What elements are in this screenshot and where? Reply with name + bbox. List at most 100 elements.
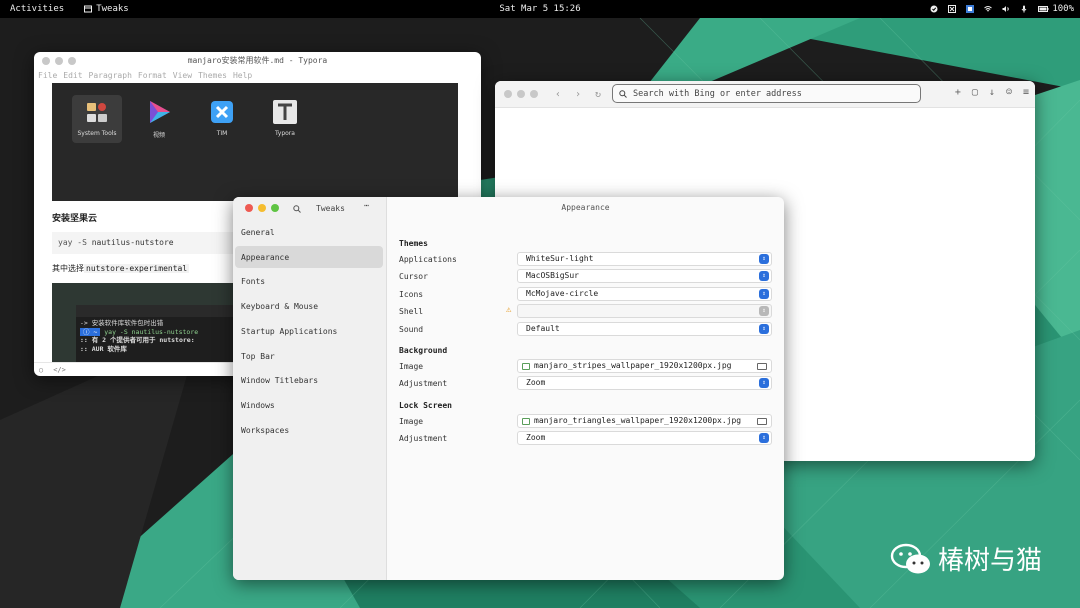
background-adjustment-label: Adjustment xyxy=(399,379,448,388)
menu-edit[interactable]: Edit xyxy=(63,71,82,80)
sidebar-item-workspaces[interactable]: Workspaces xyxy=(235,419,383,441)
app-label: 视频 xyxy=(152,132,165,139)
menu-format[interactable]: Format xyxy=(138,71,167,80)
code-command: yay -S xyxy=(58,238,87,247)
para-text: 其中选择 xyxy=(52,264,84,273)
close-button[interactable] xyxy=(42,56,50,65)
source-mode-icon[interactable]: </> xyxy=(53,366,66,374)
app-label: System Tools xyxy=(77,130,117,137)
cursor-theme-select[interactable]: MacOSBigSur ⇕ xyxy=(517,269,772,283)
activities-button[interactable]: Activities xyxy=(10,4,64,14)
tweaks-main-panel: Appearance Themes Applications WhiteSur-… xyxy=(387,197,784,580)
dropdown-arrow-icon: ⇕ xyxy=(759,289,769,299)
background-adjustment-select[interactable]: Zoom ⇕ xyxy=(517,376,772,390)
icons-label: Icons xyxy=(399,290,424,299)
screenshot-icon[interactable] xyxy=(948,5,957,13)
download-icon[interactable]: ↓ xyxy=(989,87,995,98)
battery-icon xyxy=(1038,6,1049,12)
app-label: TIM xyxy=(216,130,228,137)
minimize-button[interactable] xyxy=(517,90,525,98)
lock-adjustment-select[interactable]: Zoom ⇕ xyxy=(517,431,772,445)
doc-heading: 安装坚果云 xyxy=(52,214,98,224)
sidebar-item-window-titlebars[interactable]: Window Titlebars xyxy=(235,369,383,391)
background-image-label: Image xyxy=(399,362,424,371)
volume-icon[interactable] xyxy=(1002,5,1010,13)
back-icon[interactable]: ‹ xyxy=(548,89,568,100)
dropdown-arrow-icon: ⇕ xyxy=(759,254,769,264)
menu-icon[interactable]: ≡ xyxy=(1023,87,1029,98)
account-icon[interactable]: ☺ xyxy=(1006,87,1012,98)
file-name: manjaro_triangles_wallpaper_1920x1200px.… xyxy=(534,416,742,425)
wifi-icon[interactable] xyxy=(984,5,993,13)
icons-theme-select[interactable]: McMojave-circle ⇕ xyxy=(517,287,772,301)
video-icon xyxy=(150,101,170,123)
sidebar-item-fonts[interactable]: Fonts xyxy=(235,270,383,292)
lock-image-chooser[interactable]: manjaro_triangles_wallpaper_1920x1200px.… xyxy=(517,414,772,428)
maximize-button[interactable] xyxy=(271,204,279,212)
select-value: MacOSBigSur xyxy=(526,271,579,280)
app-name: Tweaks xyxy=(96,4,129,14)
image-file-icon xyxy=(522,418,530,425)
pocket-icon[interactable]: ▢ xyxy=(972,87,978,98)
watermark: 椿树与猫 xyxy=(890,540,1042,577)
select-value: Zoom xyxy=(526,433,546,442)
forward-icon[interactable]: › xyxy=(568,89,588,100)
maximize-button[interactable] xyxy=(530,90,538,98)
maximize-button[interactable] xyxy=(68,56,76,65)
more-options-icon[interactable]: ⋯ xyxy=(364,201,369,210)
dropdown-arrow-icon: ⇕ xyxy=(759,378,769,388)
reload-icon[interactable]: ↻ xyxy=(588,89,608,100)
select-value: WhiteSur-light xyxy=(526,254,594,263)
sidebar-item-startup-applications[interactable]: Startup Applications xyxy=(235,320,383,342)
menu-help[interactable]: Help xyxy=(233,71,252,80)
menu-file[interactable]: File xyxy=(38,71,57,80)
clock[interactable]: Sat Mar 5 15:26 xyxy=(499,4,580,14)
screenshot-app-grid: System Tools 视频 TIM Typora xyxy=(52,83,458,201)
close-button[interactable] xyxy=(504,90,512,98)
sidebar-item-top-bar[interactable]: Top Bar xyxy=(235,345,383,367)
sound-theme-select[interactable]: Default ⇕ xyxy=(517,322,772,336)
new-tab-icon[interactable]: + xyxy=(955,87,961,98)
window-controls xyxy=(504,90,538,98)
dropdown-arrow-icon: ⇕ xyxy=(759,324,769,334)
typora-titlebar[interactable]: manjaro安装常用软件.md - Typora xyxy=(34,52,481,69)
microphone-icon[interactable] xyxy=(1020,5,1028,13)
minimize-button[interactable] xyxy=(258,204,266,212)
folder-icon xyxy=(757,363,767,370)
app-indicator-icon[interactable] xyxy=(966,5,975,13)
sidebar-header: Tweaks ⋯ xyxy=(233,197,386,219)
tweaks-app-icon xyxy=(84,5,93,13)
lock-adjustment-label: Adjustment xyxy=(399,434,448,443)
inline-code: nutstore-experimental xyxy=(84,264,190,273)
window-controls xyxy=(245,204,279,212)
outline-toggle-icon[interactable]: ○ xyxy=(39,366,43,374)
sidebar-item-appearance[interactable]: Appearance xyxy=(235,246,383,268)
app-typora: Typora xyxy=(260,95,310,143)
sidebar-item-windows[interactable]: Windows xyxy=(235,394,383,416)
app-video: 视频 xyxy=(134,95,184,143)
sidebar-item-keyboard-mouse[interactable]: Keyboard & Mouse xyxy=(235,295,383,317)
close-button[interactable] xyxy=(245,204,253,212)
menu-paragraph[interactable]: Paragraph xyxy=(89,71,132,80)
applications-theme-select[interactable]: WhiteSur-light ⇕ xyxy=(517,252,772,266)
menu-themes[interactable]: Themes xyxy=(198,71,227,80)
warning-icon: ⚠ xyxy=(506,305,512,315)
folder-icon xyxy=(757,418,767,425)
search-icon[interactable] xyxy=(293,205,301,213)
doc-paragraph: 其中选择 nutstore-experimental xyxy=(52,263,190,274)
minimize-button[interactable] xyxy=(55,56,63,65)
menu-view[interactable]: View xyxy=(173,71,192,80)
tweaks-sidebar: Tweaks ⋯ General Appearance Fonts Keyboa… xyxy=(233,197,387,580)
shell-theme-select: ⇕ xyxy=(517,304,772,318)
sidebar-item-general[interactable]: General xyxy=(235,221,383,243)
address-bar[interactable]: Search with Bing or enter address xyxy=(612,84,921,103)
dropdown-arrow-icon: ⇕ xyxy=(759,306,769,316)
update-icon[interactable] xyxy=(930,5,938,13)
battery-indicator[interactable]: 100% xyxy=(1038,4,1074,14)
background-image-chooser[interactable]: manjaro_stripes_wallpaper_1920x1200px.jp… xyxy=(517,359,772,373)
window-controls xyxy=(42,56,76,65)
app-menu[interactable]: Tweaks xyxy=(84,4,129,14)
select-value: McMojave-circle xyxy=(526,289,599,298)
typora-menubar: File Edit Paragraph Format View Themes H… xyxy=(34,69,481,81)
dropdown-arrow-icon: ⇕ xyxy=(759,271,769,281)
